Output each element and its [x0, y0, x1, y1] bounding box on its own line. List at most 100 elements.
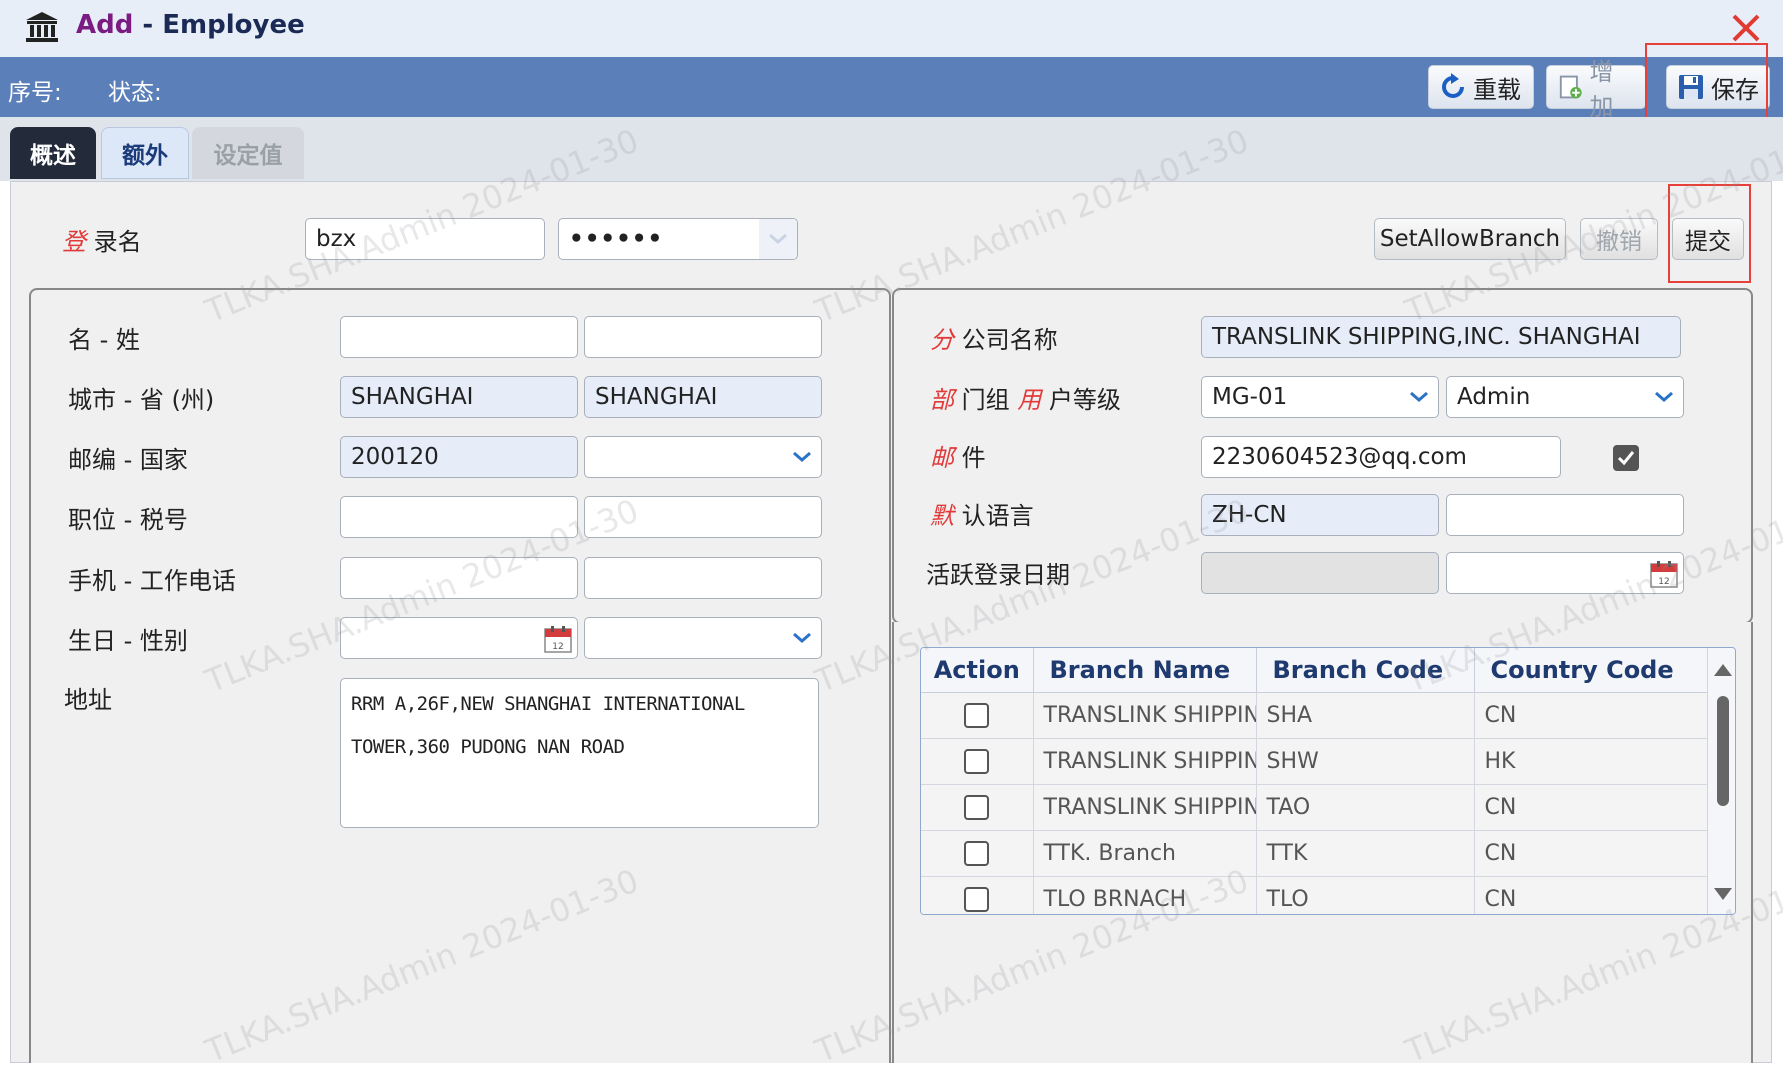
first-name-input[interactable]: [340, 316, 578, 358]
row-action-cell: [921, 876, 1034, 914]
gender-dropdown-toggle[interactable]: [783, 618, 821, 658]
user-level-label-required: 用: [1017, 386, 1042, 414]
login-name-label-text: 录名: [86, 228, 142, 256]
tab-overview[interactable]: 概述: [10, 127, 96, 179]
address-line-2: TOWER,360 PUDONG NAN ROAD: [351, 736, 625, 758]
add-document-icon: [1559, 75, 1582, 99]
row-checkbox[interactable]: [964, 794, 990, 820]
branch-company-input[interactable]: TRANSLINK SHIPPING,INC. SHANGHAI: [1201, 316, 1681, 358]
chevron-down-icon: [1655, 391, 1673, 402]
branch-code-cell: SHW: [1256, 738, 1475, 785]
name-label: 名 - 姓: [68, 326, 140, 354]
close-icon[interactable]: [1728, 10, 1764, 46]
chevron-down-icon: [769, 233, 787, 244]
branch-table: Action Branch Name Branch Code Country C…: [920, 647, 1736, 915]
tax-number-input[interactable]: [584, 496, 822, 538]
scroll-up-arrow-icon[interactable]: [1714, 664, 1732, 676]
table-row[interactable]: TTK. Branch TTK CN: [921, 830, 1708, 877]
department-select[interactable]: MG-01: [1201, 376, 1439, 418]
password-input[interactable]: ••••••: [558, 218, 798, 260]
title-separator: -: [133, 10, 163, 40]
last-name-input[interactable]: [584, 316, 822, 358]
address-line-1: RRM A,26F,NEW SHANGHAI INTERNATIONAL: [351, 693, 745, 715]
cancel-button[interactable]: 撤销: [1580, 218, 1658, 260]
country-select[interactable]: [584, 436, 822, 478]
country-code-cell: CN: [1474, 784, 1708, 831]
table-row[interactable]: TRANSLINK SHIPPING SHA CN: [921, 692, 1708, 739]
position-input[interactable]: [340, 496, 578, 538]
row-checkbox[interactable]: [964, 748, 990, 774]
country-dropdown-toggle[interactable]: [783, 437, 821, 477]
calendar-icon[interactable]: 12: [543, 624, 573, 654]
table-row[interactable]: TLO BRNACH TLO CN: [921, 876, 1708, 914]
gender-select[interactable]: [584, 617, 822, 659]
row-action-cell: [921, 830, 1034, 877]
scroll-down-arrow-icon[interactable]: [1714, 888, 1732, 900]
address-textarea[interactable]: RRM A,26F,NEW SHANGHAI INTERNATIONAL TOW…: [340, 678, 819, 828]
row-action-cell: [921, 738, 1034, 785]
zip-country-label: 邮编 - 国家: [68, 446, 188, 474]
set-allow-branch-button[interactable]: SetAllowBranch: [1374, 218, 1566, 260]
login-name-label: 登 录名: [62, 222, 142, 257]
default-language-label-text: 认语言: [954, 502, 1034, 530]
department-dropdown-toggle[interactable]: [1400, 377, 1438, 417]
branch-code-cell: TAO: [1256, 784, 1475, 831]
calendar-icon[interactable]: 12: [1649, 559, 1679, 589]
address-label: 地址: [64, 686, 112, 714]
row-action-cell: [921, 692, 1034, 739]
col-branch-name[interactable]: Branch Name: [1033, 648, 1257, 693]
reload-button[interactable]: 重载: [1428, 65, 1534, 109]
default-language-input[interactable]: ZH-CN: [1201, 494, 1439, 536]
mobile-input[interactable]: [340, 557, 578, 599]
tab-bar: 概述 额外 设定值: [0, 117, 1783, 181]
col-action[interactable]: Action: [921, 648, 1034, 693]
dept-label-middle: 门组: [954, 386, 1018, 414]
email-label-required: 邮: [930, 444, 954, 472]
work-phone-input[interactable]: [584, 557, 822, 599]
title-entity: Employee: [162, 10, 305, 40]
branch-company-label-required: 分: [930, 326, 954, 354]
email-input[interactable]: 2230604523@qq.com: [1201, 436, 1561, 478]
branch-name-cell: TRANSLINK SHIPPING: [1033, 692, 1257, 739]
password-toggle[interactable]: [759, 219, 797, 259]
row-checkbox[interactable]: [964, 702, 990, 728]
seq-label: 序号:: [8, 80, 62, 106]
active-login-date-picker[interactable]: 12: [1446, 552, 1684, 594]
email-label: 邮 件: [930, 438, 986, 473]
language-secondary-input[interactable]: [1446, 494, 1684, 536]
username-input[interactable]: bzx: [305, 218, 545, 260]
tab-extra[interactable]: 额外: [101, 127, 189, 179]
table-scrollbar[interactable]: [1707, 648, 1735, 914]
col-branch-code[interactable]: Branch Code: [1256, 648, 1475, 693]
mobile-work-phone-label: 手机 - 工作电话: [68, 567, 236, 595]
row-checkbox[interactable]: [964, 886, 990, 912]
branch-company-label-text: 公司名称: [954, 326, 1058, 354]
row-action-cell: [921, 784, 1034, 831]
chevron-down-icon: [1410, 391, 1428, 402]
birthday-gender-label: 生日 - 性别: [68, 627, 188, 655]
tab-settings[interactable]: 设定值: [192, 127, 304, 179]
col-country-code[interactable]: Country Code: [1474, 648, 1708, 693]
user-level-select[interactable]: Admin: [1446, 376, 1684, 418]
department-value: MG-01: [1212, 384, 1288, 410]
dept-user-level-label: 部 门组 用 户等级: [930, 380, 1121, 415]
scroll-thumb[interactable]: [1717, 696, 1729, 806]
add-button[interactable]: 增加: [1546, 58, 1646, 121]
email-checkbox[interactable]: [1613, 445, 1639, 471]
country-code-cell: CN: [1474, 692, 1708, 739]
user-level-dropdown-toggle[interactable]: [1645, 377, 1683, 417]
svg-text:12: 12: [552, 642, 563, 652]
checkmark-icon: [1617, 451, 1635, 466]
table-row[interactable]: TRANSLINK SHIPPING TAO CN: [921, 784, 1708, 831]
table-row[interactable]: TRANSLINK SHIPPING SHW HK: [921, 738, 1708, 785]
branch-code-cell: SHA: [1256, 692, 1475, 739]
country-code-cell: CN: [1474, 830, 1708, 877]
zip-input[interactable]: 200120: [340, 436, 578, 478]
branch-name-cell: TLO BRNACH: [1033, 876, 1257, 914]
birthday-input[interactable]: 12: [340, 617, 578, 659]
row-checkbox[interactable]: [964, 840, 990, 866]
city-input[interactable]: SHANGHAI: [340, 376, 578, 418]
province-input[interactable]: SHANGHAI: [584, 376, 822, 418]
position-tax-label: 职位 - 税号: [68, 506, 188, 534]
toolbar: 序号: 状态: 重载 增加 保存: [0, 57, 1783, 121]
